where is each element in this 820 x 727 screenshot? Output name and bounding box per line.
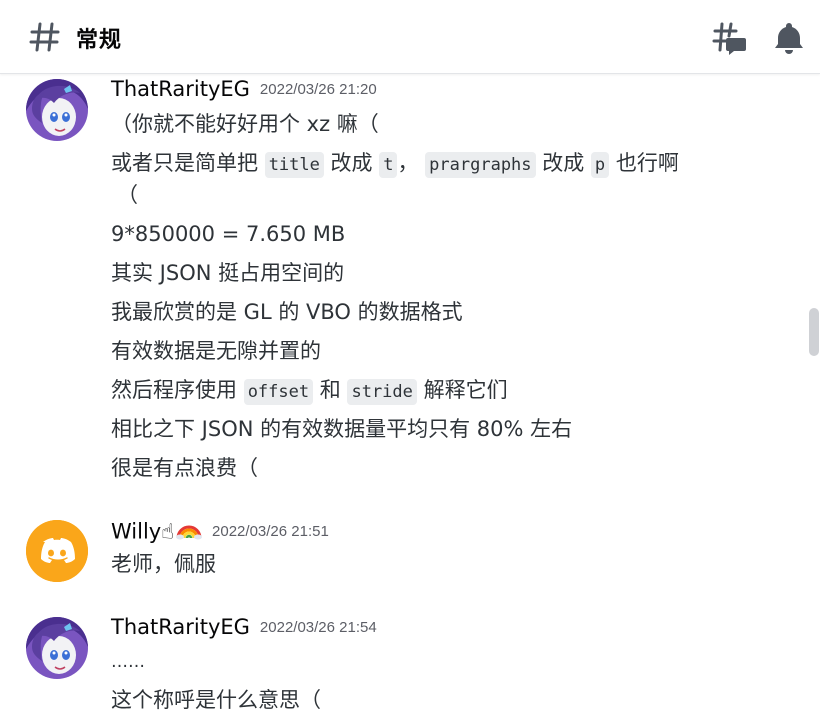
inline-code: prargraphs — [425, 152, 536, 178]
text-segment: 然后程序使用 — [111, 378, 244, 402]
bell-icon[interactable] — [772, 20, 806, 54]
message-line-with-code: 然后程序使用 offset 和 stride 解释它们 — [111, 375, 508, 405]
message-header: ThatRarityEG 2022/03/26 21:54 — [111, 615, 377, 645]
message-line: （ — [117, 183, 138, 207]
rainbow-icon — [176, 518, 203, 545]
message-line: 这个称呼是什么意思（ — [111, 688, 321, 712]
message-line: 很是有点浪费（ — [111, 456, 258, 480]
text-segment: 或者只是简单把 — [111, 151, 265, 175]
scrollbar-thumb[interactable] — [809, 308, 819, 356]
text-segment: 也行啊 — [609, 151, 679, 175]
scrollbar-track[interactable] — [806, 80, 818, 727]
message-list: ThatRarityEG 2022/03/26 21:20 （你就不能好好用个 x… — [0, 75, 804, 727]
threads-icon[interactable] — [712, 20, 748, 56]
inline-code: t — [379, 152, 398, 178]
message-line: 有效数据是无隙并置的 — [111, 339, 321, 363]
channel-name: 常规 — [76, 28, 123, 53]
message-line: （你就不能好好用个 xz 嘛（ — [111, 112, 379, 136]
text-segment: 和 — [313, 378, 348, 402]
message-line: 其实 JSON 挺占用空间的 — [111, 261, 345, 285]
author-name[interactable]: ThatRarityEG — [111, 615, 250, 639]
text-segment: 改成 — [535, 151, 591, 175]
message-header: Willy☝ 2022/03/26 21:51 — [111, 518, 329, 548]
author-name[interactable]: ThatRarityEG — [111, 77, 250, 101]
message-header: ThatRarityEG 2022/03/26 21:20 — [111, 77, 377, 107]
message-line-with-code: 或者只是简单把 title 改成 t， prargraphs 改成 p 也行啊 — [111, 148, 679, 178]
rarity-avatar[interactable] — [26, 617, 88, 679]
message-line: …… — [111, 652, 145, 672]
discord-avatar[interactable] — [26, 520, 88, 582]
message-timestamp: 2022/03/26 21:20 — [259, 80, 377, 98]
message-line: 9*850000 = 7.650 MB — [111, 222, 346, 246]
inline-code: title — [264, 152, 324, 178]
text-segment: 解释它们 — [416, 378, 508, 402]
message-timestamp: 2022/03/26 21:54 — [259, 618, 377, 636]
author-name[interactable]: Willy☝ — [111, 520, 174, 544]
inline-code: p — [590, 152, 610, 178]
text-segment: ， — [397, 151, 426, 175]
inline-code: stride — [347, 379, 417, 405]
inline-code: offset — [243, 379, 314, 405]
text-segment: 改成 — [323, 151, 380, 175]
channel-header: 常规 — [0, 0, 820, 74]
message-timestamp: 2022/03/26 21:51 — [212, 523, 329, 540]
rarity-avatar[interactable] — [26, 79, 88, 141]
message-line: 我最欣赏的是 GL 的 VBO 的数据格式 — [111, 300, 463, 324]
message-line: 相比之下 JSON 的有效数据量平均只有 80% 左右 — [111, 417, 573, 441]
message-line: 老师，佩服 — [111, 552, 216, 576]
hash-icon — [29, 22, 60, 52]
